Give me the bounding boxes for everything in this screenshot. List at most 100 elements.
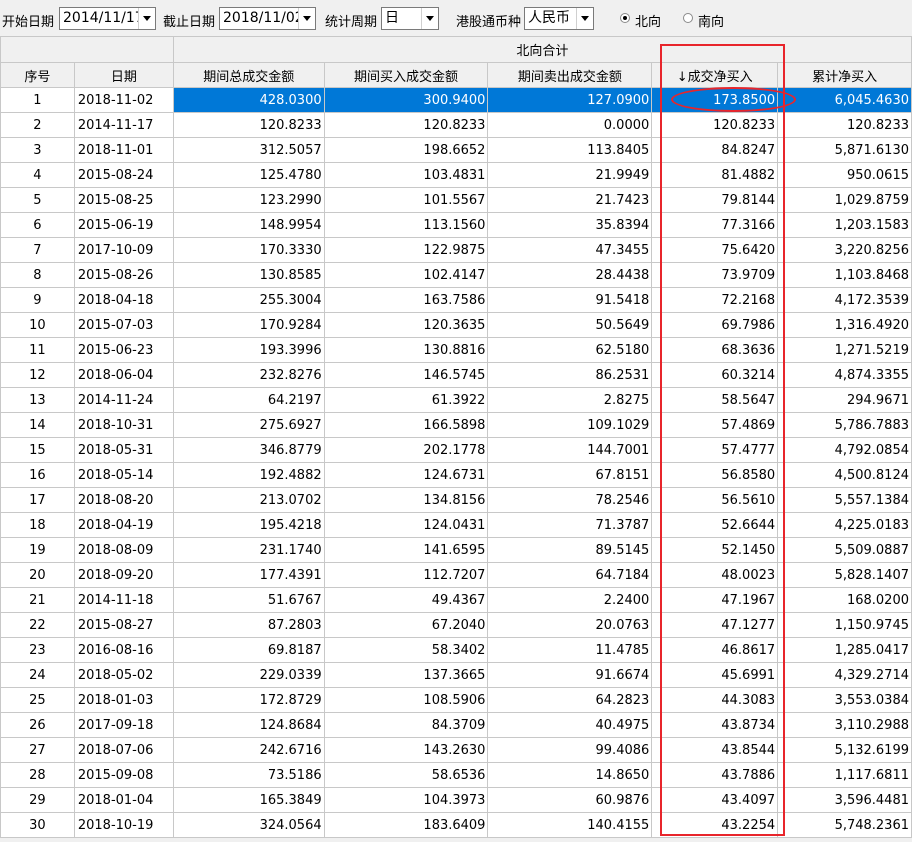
table-cell: 11.4785	[487, 637, 653, 663]
column-header[interactable]: 序号	[0, 62, 75, 88]
table-cell: 35.8394	[487, 212, 653, 238]
table-cell: 2018-05-14	[73, 462, 174, 488]
table-cell: 91.6674	[487, 662, 653, 688]
table-row[interactable]: 7 2017-10-09 170.3330 122.9875 47.3455 75.642…	[0, 237, 912, 263]
table-cell: 81.4882	[651, 162, 779, 188]
table-cell: 60.9876	[487, 787, 653, 813]
table-row[interactable]: 5 2015-08-25 123.2990 101.5567 21.7423 79.814…	[0, 187, 912, 213]
table-cell: 24	[0, 662, 75, 688]
table-row[interactable]: 22 2015-08-27 87.2803 67.2040 20.0763 47.1277…	[0, 612, 912, 638]
column-header[interactable]: 期间总成交金额	[172, 62, 325, 88]
column-header-sorted[interactable]: ↓成交净买入	[651, 62, 779, 88]
table-row[interactable]: 11 2015-06-23 193.3996 130.8816 62.5180 68.36…	[0, 337, 912, 363]
table-row[interactable]: 17 2018-08-20 213.0702 134.8156 78.2546 56.56…	[0, 487, 912, 513]
end-date-combo[interactable]: 2018/11/02	[219, 7, 316, 30]
table-cell: 112.7207	[323, 562, 489, 588]
south-radio-label[interactable]: 南向	[698, 11, 724, 30]
table-cell: 72.2168	[651, 287, 779, 313]
table-cell: 43.4097	[651, 787, 779, 813]
table-row[interactable]: 16 2018-05-14 192.4882 124.6731 67.8151 56.85…	[0, 462, 912, 488]
table-row[interactable]: 4 2015-08-24 125.4780 103.4831 21.9949 81.488…	[0, 162, 912, 188]
column-header[interactable]: 期间买入成交金额	[323, 62, 489, 88]
table-cell: 141.6595	[323, 537, 489, 563]
table-row[interactable]: 27 2018-07-06 242.6716 143.2630 99.4086 43.85…	[0, 737, 912, 763]
table-row[interactable]: 24 2018-05-02 229.0339 137.3665 91.6674 45.69…	[0, 662, 912, 688]
table-cell: 20	[0, 562, 75, 588]
chevron-down-icon[interactable]	[421, 8, 438, 29]
table-cell: 79.8144	[651, 187, 779, 213]
table-cell: 48.0023	[651, 562, 779, 588]
table-row[interactable]: 28 2015-09-08 73.5186 58.6536 14.8650 43.7886…	[0, 762, 912, 788]
table-cell: 87.2803	[172, 612, 325, 638]
chevron-down-icon[interactable]	[298, 8, 315, 29]
currency-combo[interactable]: 人民币	[524, 7, 594, 30]
table-cell: 28.4438	[487, 262, 653, 288]
chevron-down-icon[interactable]	[576, 8, 593, 29]
table-row[interactable]: 15 2018-05-31 346.8779 202.1778 144.7001 57.4…	[0, 437, 912, 463]
table-cell: 1,117.6811	[777, 762, 912, 788]
table-row[interactable]: 23 2016-08-16 69.8187 58.3402 11.4785 46.8617…	[0, 637, 912, 663]
table-row[interactable]: 3 2018-11-01 312.5057 198.6652 113.8405 84.82…	[0, 137, 912, 163]
table-cell: 294.9671	[777, 387, 912, 413]
table-row[interactable]: 14 2018-10-31 275.6927 166.5898 109.1029 57.4…	[0, 412, 912, 438]
table-row[interactable]: 29 2018-01-04 165.3849 104.3973 60.9876 43.40…	[0, 787, 912, 813]
column-header[interactable]: 累计净买入	[777, 62, 912, 88]
south-radio[interactable]	[683, 13, 693, 23]
north-radio-label[interactable]: 北向	[635, 11, 661, 30]
period-combo[interactable]: 日	[381, 7, 439, 30]
table-cell: 166.5898	[323, 412, 489, 438]
table-cell: 123.2990	[172, 187, 325, 213]
table-cell: 2018-06-04	[73, 362, 174, 388]
table-cell: 43.2254	[651, 812, 779, 838]
north-radio[interactable]	[620, 13, 630, 23]
table-cell: 67.8151	[487, 462, 653, 488]
table-cell: 5,509.0887	[777, 537, 912, 563]
table-cell: 163.7586	[323, 287, 489, 313]
table-cell: 69.7986	[651, 312, 779, 338]
table-cell: 91.5418	[487, 287, 653, 313]
period-label: 统计周期	[325, 15, 378, 30]
table-row[interactable]: 9 2018-04-18 255.3004 163.7586 91.5418 72.216…	[0, 287, 912, 313]
table-cell: 4,874.3355	[777, 362, 912, 388]
table-cell: 2014-11-18	[73, 587, 174, 613]
table-cell: 8	[0, 262, 75, 288]
table-cell: 172.8729	[172, 687, 325, 713]
table-cell: 44.3083	[651, 687, 779, 713]
start-date-combo[interactable]: 2014/11/17	[59, 7, 156, 30]
table-row[interactable]: 6 2015-06-19 148.9954 113.1560 35.8394 77.316…	[0, 212, 912, 238]
table-cell: 60.3214	[651, 362, 779, 388]
table-cell: 2018-01-03	[73, 687, 174, 713]
table-row[interactable]: 26 2017-09-18 124.8684 84.3709 40.4975 43.873…	[0, 712, 912, 738]
table-cell: 1,103.8468	[777, 262, 912, 288]
table-row[interactable]: 19 2018-08-09 231.1740 141.6595 89.5145 52.14…	[0, 537, 912, 563]
table-cell: 3	[0, 137, 75, 163]
table-cell: 6,045.4630	[777, 87, 912, 113]
table-cell: 57.4777	[651, 437, 779, 463]
table-row[interactable]: 25 2018-01-03 172.8729 108.5906 64.2823 44.30…	[0, 687, 912, 713]
table-row[interactable]: 2 2014-11-17 120.8233 120.8233 0.0000 120.823…	[0, 112, 912, 138]
table-cell: 10	[0, 312, 75, 338]
table-row[interactable]: 18 2018-04-19 195.4218 124.0431 71.3787 52.66…	[0, 512, 912, 538]
table-cell: 56.5610	[651, 487, 779, 513]
table-row[interactable]: 1 2018-11-02 428.0300 300.9400 127.0900 173.8…	[0, 87, 912, 113]
table-cell: 7	[0, 237, 75, 263]
table-row[interactable]: 20 2018-09-20 177.4391 112.7207 64.7184 48.00…	[0, 562, 912, 588]
table-cell: 2015-08-26	[73, 262, 174, 288]
table-cell: 78.2546	[487, 487, 653, 513]
table-cell: 102.4147	[323, 262, 489, 288]
table-row[interactable]: 12 2018-06-04 232.8276 146.5745 86.2531 60.32…	[0, 362, 912, 388]
table-row[interactable]: 30 2018-10-19 324.0564 183.6409 140.4155 43.2…	[0, 812, 912, 838]
table-cell: 300.9400	[323, 87, 489, 113]
table-cell: 2018-04-19	[73, 512, 174, 538]
column-header[interactable]: 期间卖出成交金额	[487, 62, 653, 88]
table-cell: 2014-11-24	[73, 387, 174, 413]
table-row[interactable]: 10 2015-07-03 170.9284 120.3635 50.5649 69.79…	[0, 312, 912, 338]
table-cell: 46.8617	[651, 637, 779, 663]
table-cell: 148.9954	[172, 212, 325, 238]
table-row[interactable]: 13 2014-11-24 64.2197 61.3922 2.8275 58.5647 2…	[0, 387, 912, 413]
chevron-down-icon[interactable]	[138, 8, 155, 29]
table-row[interactable]: 8 2015-08-26 130.8585 102.4147 28.4438 73.970…	[0, 262, 912, 288]
table-cell: 20.0763	[487, 612, 653, 638]
column-header[interactable]: 日期	[73, 62, 174, 88]
table-row[interactable]: 21 2014-11-18 51.6767 49.4367 2.2400 47.1967 1…	[0, 587, 912, 613]
